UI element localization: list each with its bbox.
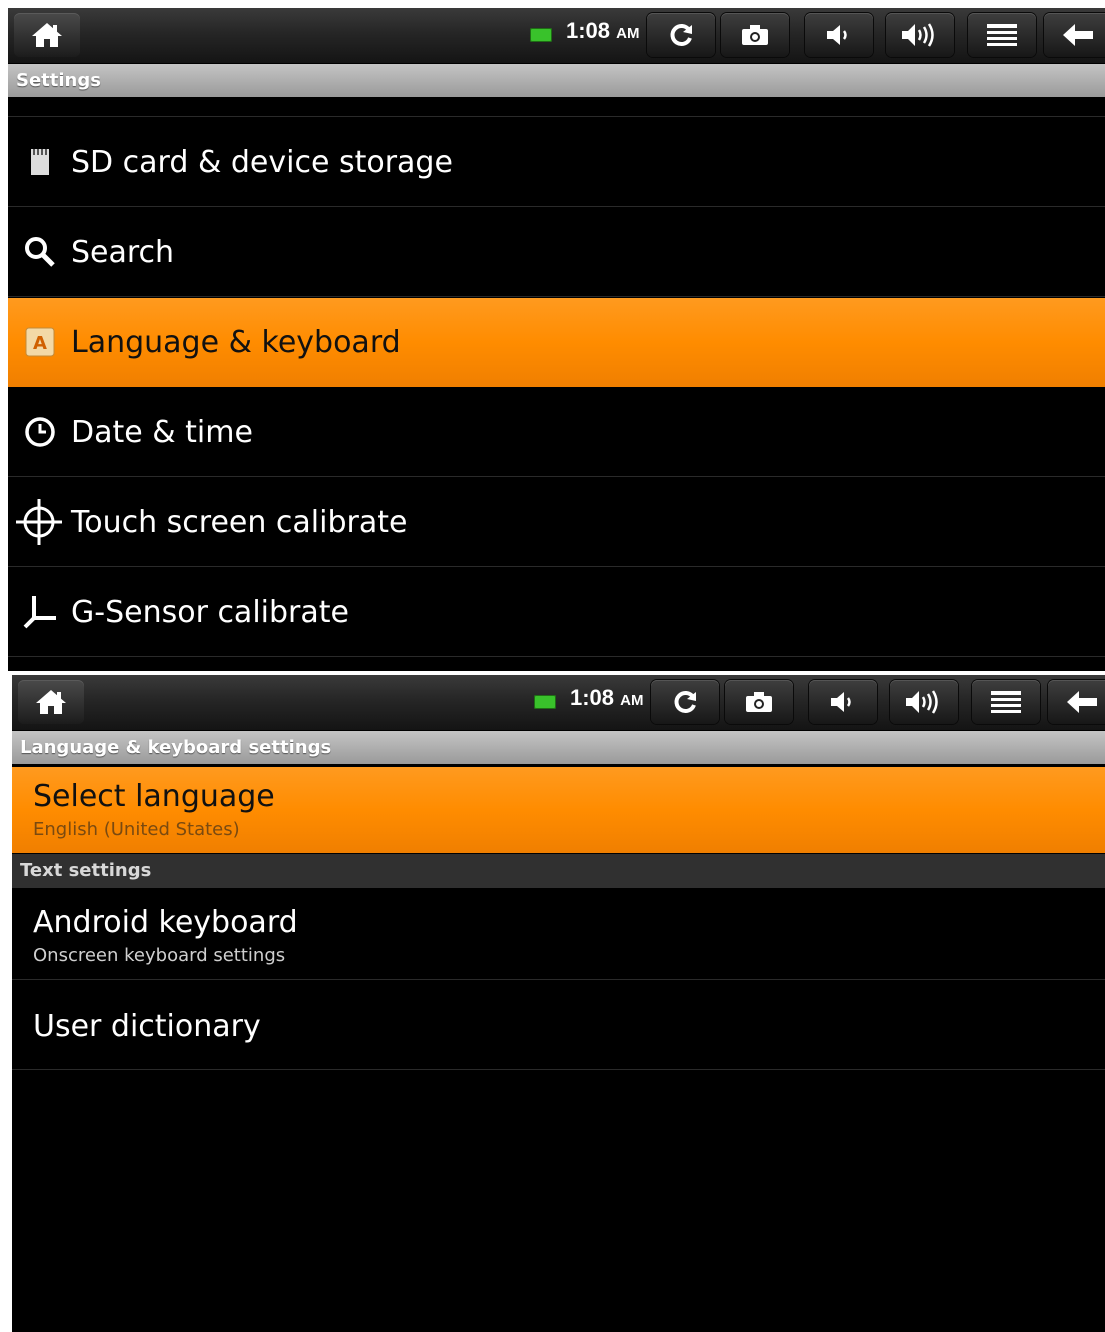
menu-icon: [987, 24, 1017, 46]
status-bar: 1:08 AM: [12, 675, 1105, 731]
settings-item-label: Date & time: [71, 415, 253, 450]
clock: 1:08 AM: [570, 685, 644, 710]
volume-down-button[interactable]: [809, 680, 877, 724]
status-bar: 1:08 AM: [8, 8, 1105, 64]
screenshot-button[interactable]: [721, 13, 789, 57]
select-language-title: Select language: [33, 779, 275, 814]
menu-button[interactable]: [972, 680, 1040, 724]
settings-item-search[interactable]: Search: [8, 208, 1105, 297]
back-button[interactable]: [1048, 680, 1105, 724]
sd-card-icon: [20, 142, 60, 182]
sync-button[interactable]: [647, 13, 715, 57]
volume-down-icon: [827, 25, 847, 45]
user-dictionary-title: User dictionary: [33, 1009, 261, 1044]
volume-up-icon: [906, 690, 938, 714]
select-language-summary: English (United States): [33, 819, 240, 840]
settings-item-touch-calibrate[interactable]: Touch screen calibrate: [8, 478, 1105, 567]
volume-down-icon: [831, 692, 851, 712]
section-header-text-settings: Text settings: [12, 854, 1105, 888]
camera-icon: [746, 692, 772, 712]
crosshair-icon: [14, 499, 64, 545]
svg-text:A: A: [33, 333, 47, 354]
home-icon: [32, 23, 62, 47]
menu-button[interactable]: [968, 13, 1036, 57]
back-button[interactable]: [1044, 13, 1105, 57]
camera-icon: [742, 25, 768, 45]
volume-up-button[interactable]: [886, 13, 954, 57]
clock-icon: [20, 412, 60, 452]
settings-item-label: SD card & device storage: [71, 145, 453, 180]
battery-icon: [534, 695, 556, 709]
axis-icon: [20, 592, 60, 632]
settings-item-label: Search: [71, 235, 175, 270]
select-language-item[interactable]: Select language English (United States): [12, 767, 1105, 853]
clock: 1:08 AM: [566, 18, 640, 43]
android-keyboard-item[interactable]: Android keyboard Onscreen keyboard setti…: [12, 889, 1105, 980]
settings-item-label: Language & keyboard: [71, 325, 401, 360]
sync-icon: [674, 691, 696, 713]
settings-item-date-time[interactable]: Date & time: [8, 388, 1105, 477]
home-button[interactable]: [18, 680, 84, 724]
volume-up-button[interactable]: [890, 680, 958, 724]
back-icon: [1067, 691, 1097, 713]
volume-down-button[interactable]: [805, 13, 873, 57]
battery-icon: [530, 28, 552, 42]
user-dictionary-item[interactable]: User dictionary: [12, 980, 1105, 1070]
volume-up-icon: [902, 23, 934, 47]
home-button[interactable]: [14, 13, 80, 57]
search-icon: [20, 232, 60, 272]
page-title: Settings: [8, 64, 1105, 97]
settings-item-sd-card[interactable]: SD card & device storage: [8, 118, 1105, 207]
android-keyboard-title: Android keyboard: [33, 905, 298, 940]
settings-screen: 1:08 AM Settings SD card & device storag…: [8, 8, 1105, 671]
sync-icon: [670, 24, 692, 46]
language-keyboard-screen: 1:08 AM Language & keyboard settings Sel…: [12, 675, 1105, 1332]
settings-item-label: G-Sensor calibrate: [71, 595, 349, 630]
back-icon: [1063, 24, 1093, 46]
divider: [8, 116, 1105, 117]
home-icon: [36, 690, 66, 714]
android-keyboard-summary: Onscreen keyboard settings: [33, 945, 286, 966]
settings-item-g-sensor[interactable]: G-Sensor calibrate: [8, 568, 1105, 657]
settings-item-language-keyboard[interactable]: A Language & keyboard: [8, 298, 1105, 387]
screenshot-button[interactable]: [725, 680, 793, 724]
menu-icon: [991, 691, 1021, 713]
language-icon: A: [20, 322, 60, 362]
page-title: Language & keyboard settings: [12, 731, 1105, 764]
sync-button[interactable]: [651, 680, 719, 724]
settings-item-label: Touch screen calibrate: [71, 505, 408, 540]
